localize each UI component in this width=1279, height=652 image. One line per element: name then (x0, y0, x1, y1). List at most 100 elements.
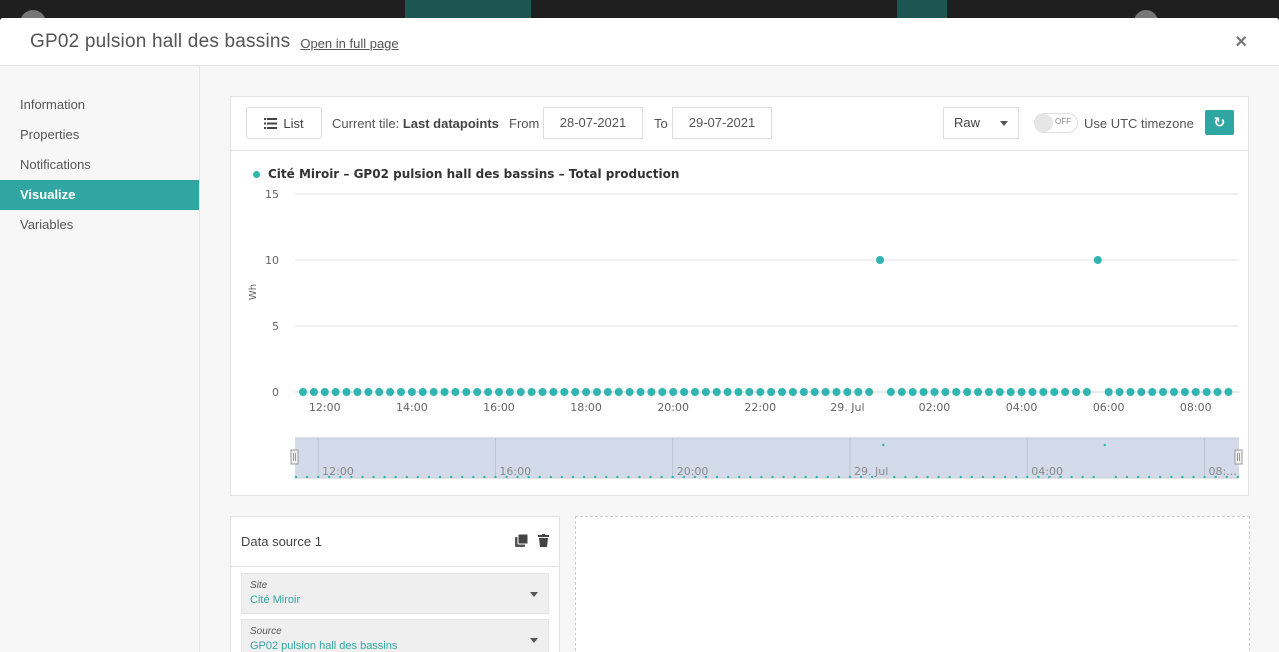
data-point[interactable] (505, 388, 514, 396)
sidebar-item-visualize[interactable]: Visualize (0, 180, 199, 210)
data-point[interactable] (396, 388, 405, 396)
data-point[interactable] (701, 388, 710, 396)
data-point[interactable] (854, 388, 863, 396)
data-point[interactable] (407, 388, 416, 396)
data-point[interactable] (440, 388, 449, 396)
data-point[interactable] (375, 388, 384, 396)
sidebar-item-notifications[interactable]: Notifications (0, 150, 199, 180)
data-point[interactable] (799, 388, 808, 396)
data-point[interactable] (1039, 388, 1048, 396)
sidebar-item-properties[interactable]: Properties (0, 120, 199, 150)
data-point[interactable] (451, 388, 460, 396)
handle-body[interactable] (290, 449, 299, 465)
nav-tab-active[interactable] (405, 0, 531, 18)
data-point[interactable] (309, 388, 318, 396)
data-point[interactable] (919, 388, 928, 396)
data-point[interactable] (1028, 388, 1037, 396)
close-icon[interactable]: × (1235, 31, 1247, 54)
data-point[interactable] (908, 388, 917, 396)
sidebar-item-information[interactable]: Information (0, 90, 199, 120)
data-point[interactable] (386, 388, 395, 396)
data-point[interactable] (832, 388, 841, 396)
data-point[interactable] (712, 388, 721, 396)
data-point[interactable] (745, 388, 754, 396)
data-point[interactable] (320, 388, 329, 396)
data-point[interactable] (876, 256, 885, 264)
data-point[interactable] (1072, 388, 1081, 396)
site-select[interactable]: Site Cité Miroir (241, 573, 549, 614)
data-point[interactable] (582, 388, 591, 396)
data-point[interactable] (788, 388, 797, 396)
data-point[interactable] (865, 388, 874, 396)
data-point[interactable] (418, 388, 427, 396)
data-point[interactable] (1104, 388, 1113, 396)
data-point[interactable] (734, 388, 743, 396)
data-point[interactable] (821, 388, 830, 396)
aggregation-select[interactable]: Raw (943, 107, 1019, 139)
copy-icon[interactable] (515, 534, 528, 547)
data-point[interactable] (429, 388, 438, 396)
data-point[interactable] (897, 388, 906, 396)
data-point[interactable] (974, 388, 983, 396)
data-point[interactable] (625, 388, 634, 396)
data-point[interactable] (494, 388, 503, 396)
data-point[interactable] (647, 388, 656, 396)
data-point[interactable] (1126, 388, 1135, 396)
data-point[interactable] (484, 388, 493, 396)
data-point[interactable] (331, 388, 340, 396)
data-point[interactable] (516, 388, 525, 396)
data-point[interactable] (560, 388, 569, 396)
data-point[interactable] (1191, 388, 1200, 396)
data-point[interactable] (299, 388, 307, 396)
data-point[interactable] (636, 388, 645, 396)
sidebar-item-variables[interactable]: Variables (0, 210, 199, 240)
data-point[interactable] (603, 388, 612, 396)
data-point[interactable] (1224, 388, 1233, 396)
data-point[interactable] (1202, 388, 1211, 396)
refresh-button[interactable]: ↻ (1205, 110, 1234, 135)
data-point[interactable] (1017, 388, 1026, 396)
nav-tab-highlight[interactable] (897, 0, 947, 18)
to-date-input[interactable]: 29-07-2021 (672, 107, 772, 139)
data-point[interactable] (1170, 388, 1178, 396)
data-point[interactable] (342, 388, 351, 396)
source-select[interactable]: Source GP02 pulsion hall des bassins (241, 619, 549, 652)
utc-toggle[interactable]: OFF (1034, 113, 1078, 133)
data-point[interactable] (1050, 388, 1059, 396)
data-point[interactable] (680, 388, 689, 396)
data-point[interactable] (756, 388, 765, 396)
handle-body[interactable] (1234, 449, 1243, 465)
data-point[interactable] (1137, 388, 1146, 396)
list-button[interactable]: List (246, 107, 322, 139)
data-point[interactable] (810, 388, 819, 396)
navigator-handle-right[interactable] (1234, 449, 1243, 465)
data-point[interactable] (767, 388, 776, 396)
data-point[interactable] (592, 388, 601, 396)
data-point[interactable] (930, 388, 939, 396)
navigator-handle-left[interactable] (290, 449, 299, 465)
open-full-page-link[interactable]: Open in full page (300, 36, 398, 51)
data-point[interactable] (364, 388, 373, 396)
data-point[interactable] (1093, 256, 1102, 264)
data-point[interactable] (1082, 388, 1091, 396)
data-point[interactable] (669, 388, 678, 396)
data-point[interactable] (1213, 388, 1222, 396)
from-date-input[interactable]: 28-07-2021 (543, 107, 643, 139)
data-point[interactable] (690, 388, 699, 396)
data-point[interactable] (1115, 388, 1124, 396)
data-point[interactable] (963, 388, 972, 396)
data-point[interactable] (1148, 388, 1157, 396)
data-point[interactable] (995, 388, 1004, 396)
data-point[interactable] (549, 388, 558, 396)
add-data-source-dropzone[interactable] (575, 516, 1250, 652)
data-point[interactable] (723, 388, 732, 396)
data-point[interactable] (1159, 388, 1168, 396)
data-point[interactable] (1061, 388, 1070, 396)
navigator-selected-range[interactable] (295, 438, 1239, 478)
data-point[interactable] (843, 388, 852, 396)
data-point[interactable] (571, 388, 580, 396)
data-point[interactable] (886, 388, 895, 396)
data-point[interactable] (984, 388, 993, 396)
data-point[interactable] (614, 388, 623, 396)
data-point[interactable] (473, 388, 482, 396)
